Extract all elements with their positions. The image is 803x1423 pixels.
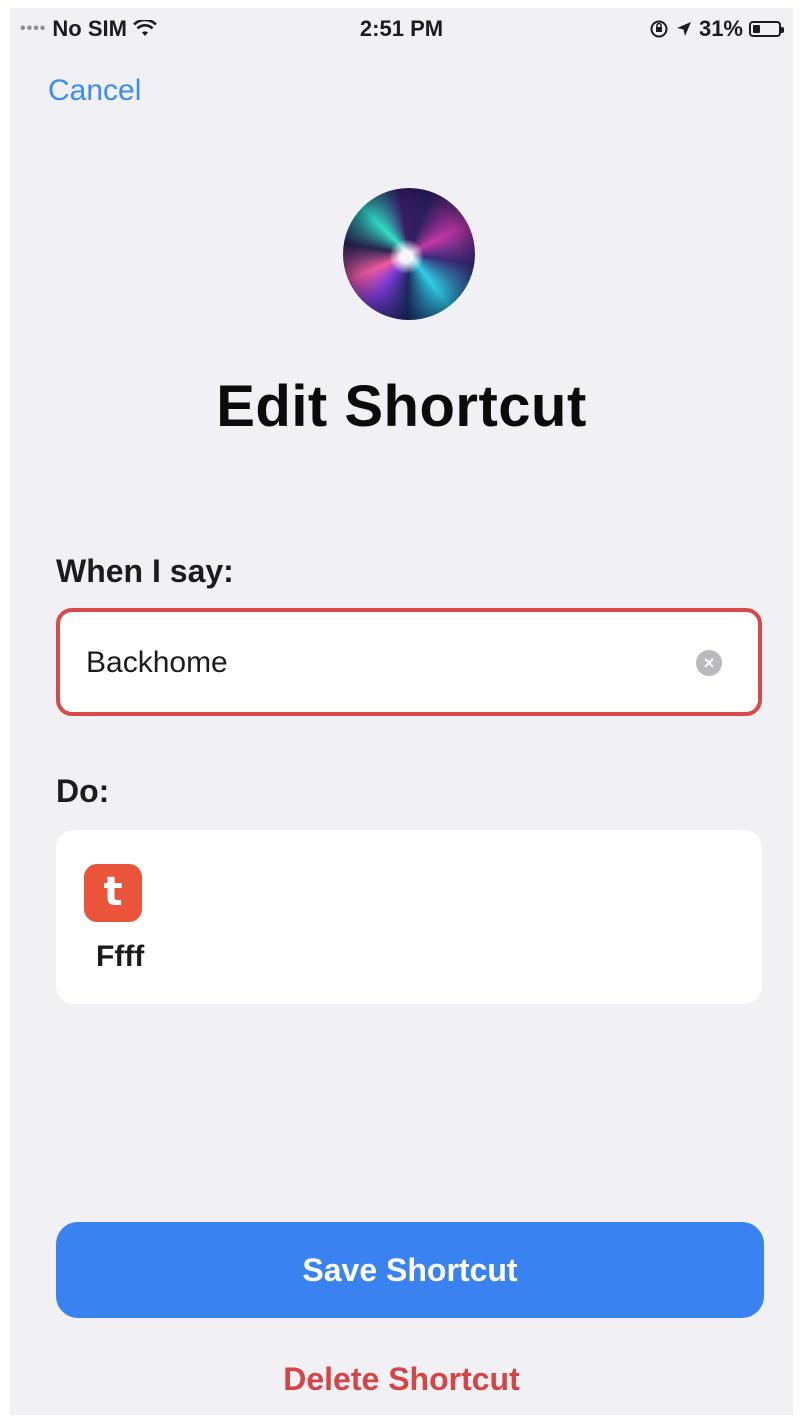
tuya-app-icon: t	[84, 864, 142, 922]
delete-shortcut-button[interactable]: Delete Shortcut	[10, 1360, 793, 1399]
orientation-lock-icon	[650, 20, 668, 38]
battery-icon	[749, 21, 784, 37]
phrase-input[interactable]	[84, 640, 668, 686]
app-icon-letter: t	[103, 869, 123, 915]
phrase-field-container: ×	[56, 608, 762, 716]
phrase-label: When I say:	[56, 553, 234, 589]
action-card[interactable]: t Ffff	[56, 830, 762, 1004]
battery-fill	[753, 25, 760, 33]
status-right: 31%	[649, 16, 784, 42]
cancel-button[interactable]: Cancel	[48, 74, 141, 108]
clear-circle-icon[interactable]: ×	[696, 650, 722, 676]
battery-percent: 31%	[698, 16, 743, 41]
location-arrow-icon	[676, 22, 691, 36]
siri-orb-icon	[343, 188, 475, 320]
save-shortcut-button[interactable]: Save Shortcut	[56, 1222, 764, 1318]
page-title: Edit Shortcut	[216, 374, 587, 439]
status-bar: •••• No SIM 2:51 PM 31%	[10, 8, 793, 52]
screen: •••• No SIM 2:51 PM 31% Cancel Edit Shor…	[10, 8, 793, 1415]
action-label: Do:	[56, 773, 110, 809]
action-name: Ffff	[96, 940, 145, 973]
